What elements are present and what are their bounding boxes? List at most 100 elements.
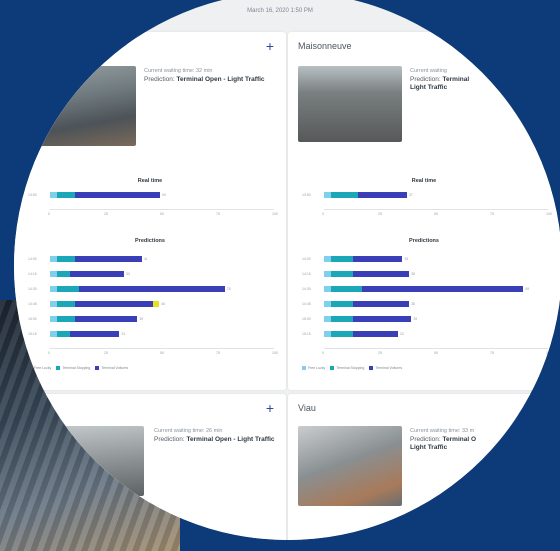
bar-label: 14:15 [302, 272, 311, 276]
bar-segment[interactable] [324, 331, 331, 337]
bar-value: 41 [143, 257, 148, 261]
bar-segment[interactable] [50, 286, 57, 292]
bar-segment[interactable] [324, 271, 331, 277]
bar-segment[interactable] [50, 192, 57, 198]
legend-item-3: Terminal Voitures [95, 366, 128, 371]
x-axis [324, 209, 548, 210]
x-tick-label: 25 [104, 212, 108, 216]
bar-segment[interactable] [74, 301, 154, 307]
prediction: Prediction: Terminal O Light Traffic [410, 436, 478, 452]
bar-segment[interactable] [353, 256, 403, 262]
bar-segment[interactable] [56, 301, 75, 307]
bar-segment[interactable] [70, 271, 124, 277]
bar-segment[interactable] [330, 331, 354, 337]
bar-segment[interactable] [330, 256, 354, 262]
bar-segment[interactable] [56, 256, 75, 262]
waiting-time: Current waiting [410, 68, 447, 74]
bar-segment[interactable] [74, 192, 160, 198]
bar-segment[interactable] [56, 271, 71, 277]
prediction-label: Prediction: [144, 76, 175, 83]
bar-segment[interactable] [330, 192, 358, 198]
bar-segment[interactable] [324, 192, 331, 198]
bar-segment[interactable] [330, 301, 354, 307]
bar-segment[interactable] [74, 316, 138, 322]
x-tick-label: 100 [546, 212, 552, 216]
x-tick-label: 0 [48, 212, 50, 216]
x-tick-label: 25 [378, 351, 382, 355]
bar-segment[interactable] [56, 192, 75, 198]
bar-segment[interactable] [362, 286, 524, 292]
x-tick-label: 100 [272, 212, 278, 216]
x-tick-label: 75 [216, 212, 220, 216]
legend-item-2: Terminal Stopping [330, 366, 364, 371]
bar-segment[interactable] [56, 331, 71, 337]
realtime-chart-2: 13:50 37 0 25 50 75 100 [302, 190, 554, 220]
bar-segment[interactable] [56, 316, 75, 322]
predictions-title: Predictions [409, 238, 439, 244]
bar-segment[interactable] [353, 301, 410, 307]
bar-segment[interactable] [353, 331, 398, 337]
bar-segment[interactable] [50, 331, 57, 337]
waiting-time: Current waiting time: 33 m [410, 428, 475, 434]
camera-image[interactable] [24, 66, 136, 146]
bar-value: 33 [399, 332, 404, 336]
bar-segment[interactable] [79, 286, 225, 292]
add-icon[interactable]: + [262, 400, 278, 416]
bar-segment[interactable] [74, 256, 142, 262]
bar-value: 39 [139, 317, 144, 321]
bar-label: 14:30 [28, 287, 37, 291]
highlight-marker [153, 301, 160, 307]
waiting-time: Current waiting time: 26 min [154, 428, 223, 434]
terminal-card-2: Maisonneuve Current waiting Prediction: … [288, 32, 560, 390]
bar-segment[interactable] [353, 271, 410, 277]
bar-segment[interactable] [70, 331, 120, 337]
bar-value: 35 [404, 257, 409, 261]
camera-image[interactable] [298, 426, 402, 506]
bar-segment[interactable] [50, 301, 57, 307]
bar-segment[interactable] [324, 316, 331, 322]
realtime-title: Real time [137, 178, 163, 184]
x-tick-label: 50 [160, 351, 164, 355]
prediction-value: Terminal Open - Light Traffic [176, 76, 265, 83]
bar-value: 38 [411, 302, 416, 306]
bar-segment[interactable] [330, 271, 354, 277]
add-icon[interactable]: + [262, 38, 278, 54]
bar-segment[interactable] [324, 256, 331, 262]
x-tick-label: 50 [434, 212, 438, 216]
prediction: Prediction: Terminal Light Traffic [410, 76, 484, 92]
bar-label: 14:30 [302, 287, 311, 291]
realtime-title: Real time [411, 178, 437, 184]
dashboard: March 16, 2020 1:50 PM + Current waiting… [14, 0, 560, 540]
x-tick-label: 25 [378, 212, 382, 216]
x-tick-label: 100 [546, 351, 552, 355]
bar-segment[interactable] [50, 271, 57, 277]
bar-value: 89 [525, 287, 530, 291]
bar-segment[interactable] [330, 316, 354, 322]
bar-segment[interactable] [324, 286, 331, 292]
terminal-card-3: ne + Current waiting time: 26 min Predic… [14, 394, 286, 540]
date-time: March 16, 2020 1:50 PM [247, 8, 313, 14]
legend-item-1: Free Lucky [302, 366, 325, 371]
prediction-label: Prediction: [154, 436, 185, 443]
legend-item-2: Terminal Stopping [56, 366, 90, 371]
bar-segment[interactable] [50, 256, 57, 262]
bar-label: 15:15 [28, 332, 37, 336]
bar-segment[interactable] [353, 316, 412, 322]
bar-segment[interactable] [50, 316, 57, 322]
bar-segment[interactable] [56, 286, 80, 292]
camera-image[interactable] [298, 66, 402, 142]
card-title: Viau [298, 403, 316, 413]
predictions-chart-2: 14:00 35 14:15 38 14:30 89 14:45 38 15:00 39 15:15… [302, 254, 554, 358]
camera-image[interactable] [64, 426, 144, 496]
x-tick-label: 25 [104, 351, 108, 355]
bar-value: 78 [226, 287, 231, 291]
bar-label: 13:50 [302, 193, 311, 197]
bar-segment[interactable] [324, 301, 331, 307]
bar-segment[interactable] [357, 192, 407, 198]
x-tick-label: 0 [48, 351, 50, 355]
bar-segment[interactable] [330, 286, 363, 292]
terminal-card-4: Viau Current waiting time: 33 m Predicti… [288, 394, 560, 540]
prediction: Prediction: Terminal Open - Light Traffi… [144, 76, 274, 84]
x-tick-label: 50 [160, 212, 164, 216]
card-title: ne [42, 403, 53, 413]
